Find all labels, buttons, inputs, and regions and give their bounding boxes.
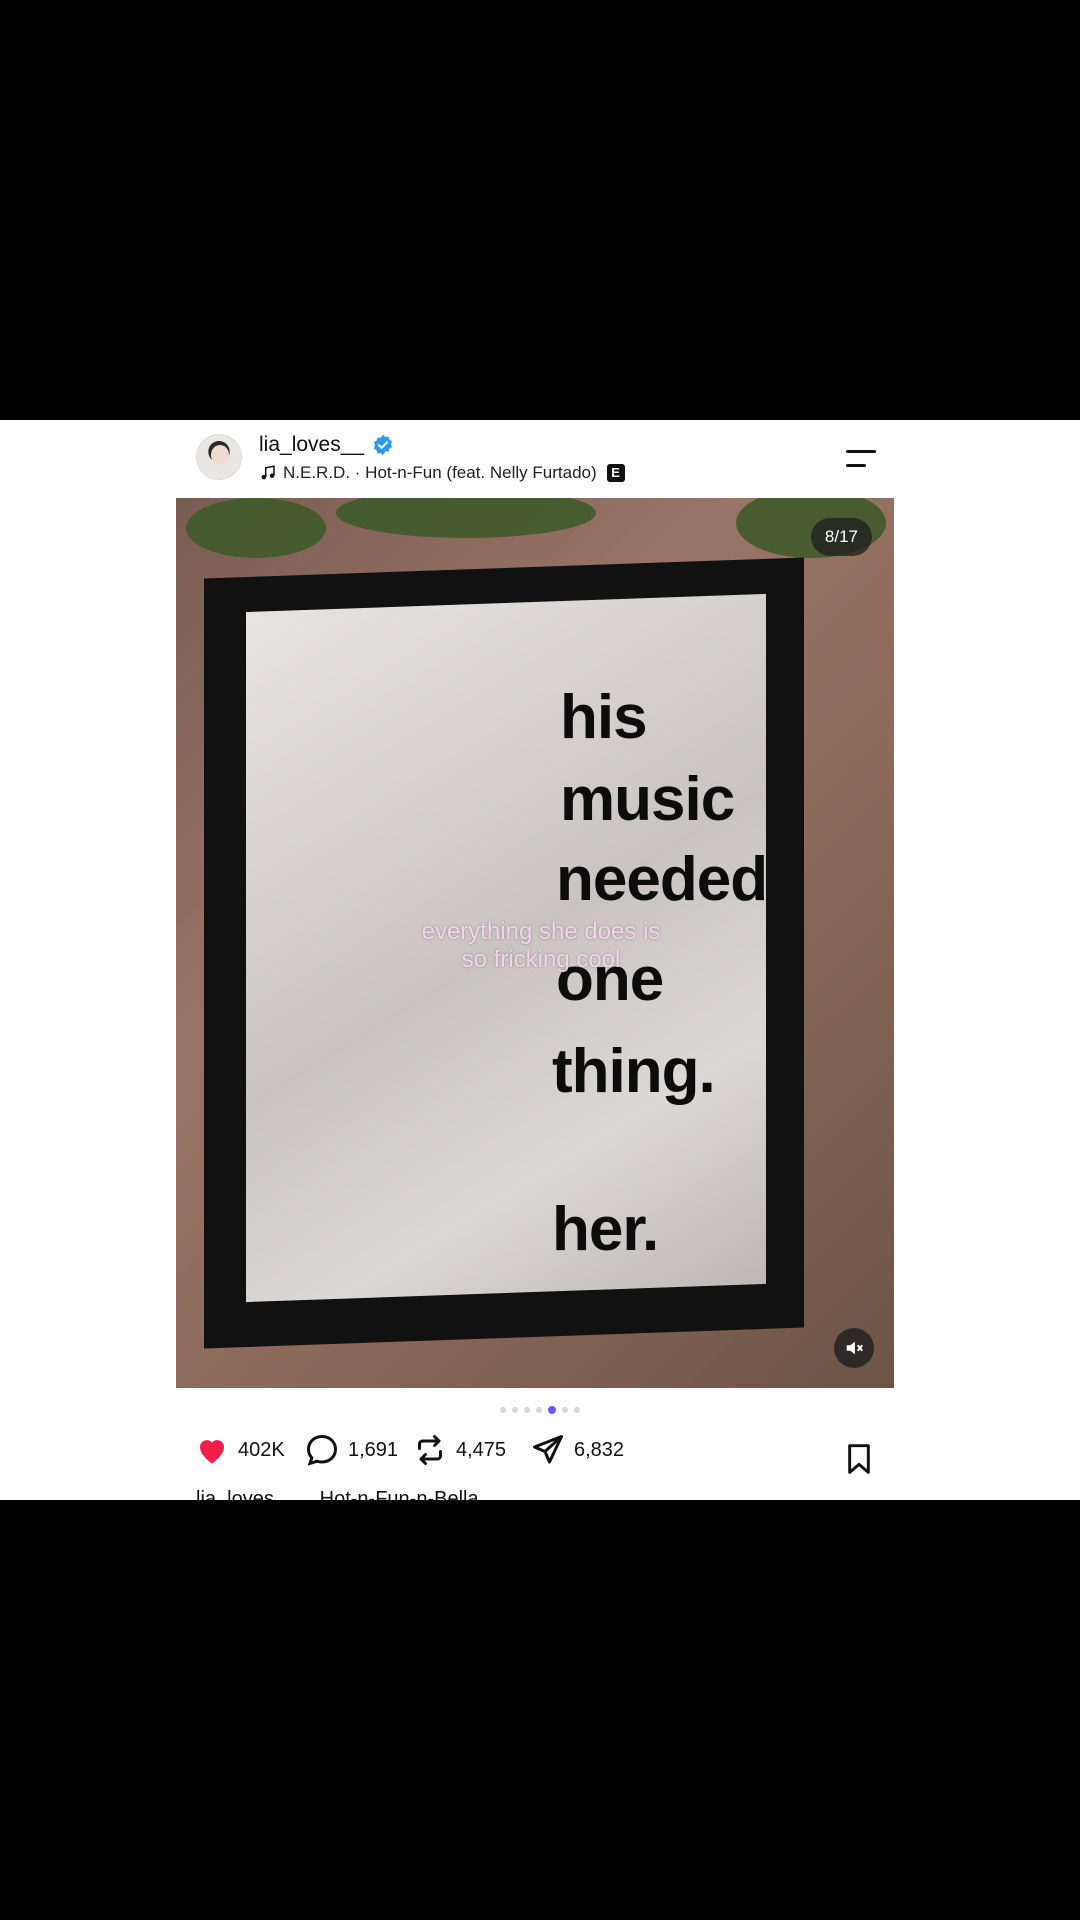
share-count: 6,832 [574, 1438, 625, 1461]
like-count: 402K [238, 1438, 285, 1461]
carousel-dot [574, 1407, 580, 1413]
heart-icon [200, 1440, 224, 1464]
mirror-word: music [560, 765, 735, 834]
mirror-word: her. [552, 1195, 659, 1264]
verified-badge-icon [374, 434, 393, 456]
comment-icon [306, 1434, 338, 1466]
mirror-word: needed [556, 845, 768, 914]
carousel-dot-active [548, 1406, 556, 1414]
comment-count: 1,691 [348, 1438, 399, 1461]
mirror-word: thing. [552, 1037, 716, 1106]
carousel-dots [500, 1406, 580, 1414]
slide-counter: 8/17 [810, 518, 872, 556]
speaker-muted-icon [846, 1341, 863, 1355]
music-label: N.E.R.D. · Hot-n-Fun (feat. Nelly Furtad… [283, 463, 597, 482]
repost-count: 4,475 [456, 1438, 507, 1461]
avatar[interactable] [196, 434, 242, 480]
caption-username[interactable]: lia_loves__ [196, 1488, 296, 1500]
repost-icon [418, 1435, 442, 1465]
vine-decoration [186, 498, 326, 558]
bookmark-icon[interactable] [843, 1442, 875, 1476]
username[interactable]: lia_loves__ [259, 433, 364, 457]
caption-text: Hot-n-Fun-n-Bella [319, 1488, 479, 1500]
carousel-dot [536, 1407, 542, 1413]
music-row[interactable]: N.E.R.D. · Hot-n-Fun (feat. Nelly Furtad… [259, 463, 625, 483]
menu-button[interactable] [846, 448, 876, 470]
mirror-word: his [560, 683, 648, 752]
mute-button[interactable] [834, 1328, 874, 1368]
caption: lia_loves__ Hot-n-Fun-n-Bella [196, 1488, 479, 1500]
share-button[interactable]: 6,832 [530, 1432, 624, 1468]
carousel-dot [562, 1407, 568, 1413]
explicit-badge: E [606, 464, 625, 482]
post-card: lia_loves__ N.E.R.D. · Hot-n-Fun (feat. … [0, 420, 1080, 1500]
action-bar: 402K 1,691 4,475 6,832 [0, 1432, 1080, 1482]
repost-button[interactable]: 4,475 [412, 1432, 506, 1468]
overlay-caption: everything she does is so fricking cool [421, 918, 661, 973]
vine-decoration [336, 498, 596, 538]
carousel-dot [512, 1407, 518, 1413]
carousel-dot [500, 1407, 506, 1413]
send-icon [533, 1435, 563, 1464]
like-button[interactable]: 402K [194, 1432, 285, 1468]
music-note-icon [261, 465, 275, 480]
username-row: lia_loves__ [259, 433, 394, 457]
carousel-dot [524, 1407, 530, 1413]
post-media[interactable]: his music needed one thing. her. everyth… [176, 498, 894, 1388]
comment-button[interactable]: 1,691 [304, 1432, 398, 1468]
